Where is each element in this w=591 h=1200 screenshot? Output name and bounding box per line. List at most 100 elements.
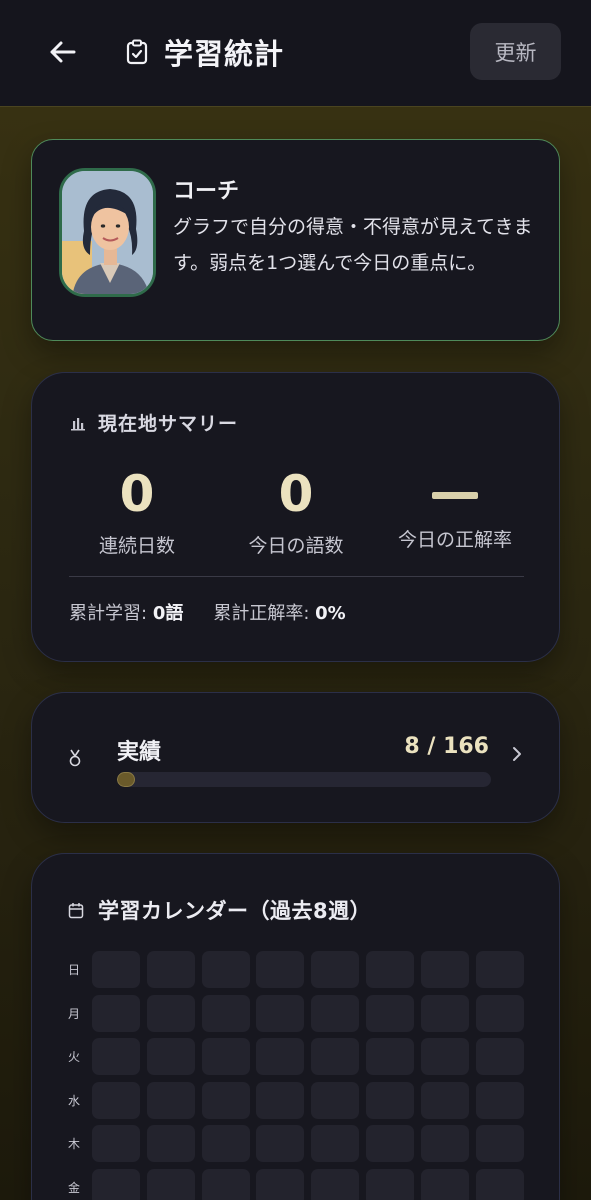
summary-card: 現在地サマリー 0 連続日数 0 今日の語数 今日の正解率 累計学習: 0語 累… <box>31 372 560 662</box>
total-words-value: 0語 <box>152 603 184 624</box>
calendar-grid: 日月火水木金 <box>64 948 530 1200</box>
stat-streak-label: 連続日数 <box>98 535 175 557</box>
calendar-day-label: 金 <box>68 1180 81 1195</box>
stat-today-words-label: 今日の語数 <box>248 535 344 557</box>
stat-streak-value: 0 <box>119 465 155 523</box>
calendar-cell[interactable] <box>201 1038 250 1076</box>
calendar-cell[interactable] <box>420 1081 469 1119</box>
page-title: 学習統計 <box>164 37 285 71</box>
calendar-cell[interactable] <box>365 994 414 1032</box>
calendar-cell[interactable] <box>201 1125 250 1163</box>
calendar-cell[interactable] <box>475 1125 524 1163</box>
calendar-cell[interactable] <box>256 994 305 1032</box>
calendar-cell[interactable] <box>420 1168 469 1200</box>
calendar-cell[interactable] <box>311 1081 360 1119</box>
calendar-cell[interactable] <box>365 1081 414 1119</box>
calendar-cell[interactable] <box>365 1038 414 1076</box>
calendar-cell[interactable] <box>92 1038 140 1076</box>
coach-name: コーチ <box>173 179 240 204</box>
chevron-right-icon[interactable] <box>511 745 523 763</box>
calendar-cell[interactable] <box>420 1125 469 1163</box>
coach-card: コーチ グラフで自分の得意・不得意が見えてきます。弱点を1つ選んで今日の重点に。 <box>31 139 560 341</box>
calendar-cell[interactable] <box>475 1168 524 1200</box>
calendar-cell[interactable] <box>420 1038 469 1076</box>
calendar-cell[interactable] <box>475 994 524 1032</box>
calendar-cell[interactable] <box>256 1038 305 1076</box>
arrow-left-icon <box>50 41 76 63</box>
calendar-day-label: 月 <box>68 1006 81 1021</box>
calendar-cell[interactable] <box>256 951 305 989</box>
calendar-cell[interactable] <box>92 994 140 1032</box>
stat-today-words-value: 0 <box>278 465 314 523</box>
refresh-button[interactable]: 更新 <box>470 23 561 80</box>
calendar-card: 学習カレンダー（過去8週） 日月火水木金 <box>31 853 560 1200</box>
summary-header: 現在地サマリー <box>70 409 238 436</box>
calendar-row: 月 <box>64 992 530 1036</box>
calendar-day-label: 日 <box>68 963 81 978</box>
achievements-title: 実績 <box>117 740 162 765</box>
calendar-cell[interactable] <box>256 1081 305 1119</box>
achievements-card[interactable]: 実績 8 / 166 <box>31 692 560 823</box>
stat-today-accuracy-value <box>432 492 478 499</box>
achievements-progress-fill <box>117 772 135 787</box>
back-button[interactable] <box>40 32 84 72</box>
achievements-progress-bar <box>117 772 491 787</box>
calendar-cell[interactable] <box>475 1038 524 1076</box>
calendar-cell[interactable] <box>201 994 250 1032</box>
calendar-title: 学習カレンダー（過去8週） <box>98 899 372 923</box>
calendar-cell[interactable] <box>146 1081 195 1119</box>
bar-chart-icon <box>71 417 85 430</box>
stat-today-words: 0 今日の語数 <box>211 463 381 558</box>
calendar-day-label: 水 <box>68 1093 81 1108</box>
calendar-cell[interactable] <box>420 994 469 1032</box>
calendar-cell[interactable] <box>420 951 469 989</box>
calendar-cell[interactable] <box>311 994 360 1032</box>
total-words: 累計学習: 0語 <box>69 603 184 624</box>
calendar-cell[interactable] <box>475 951 524 989</box>
calendar-cell[interactable] <box>201 951 250 989</box>
coach-avatar <box>59 168 156 297</box>
calendar-row: 水 <box>64 1079 530 1123</box>
calendar-header: 学習カレンダー（過去8週） <box>68 895 371 925</box>
calendar-day-label: 火 <box>68 1050 81 1065</box>
calendar-cell[interactable] <box>365 951 414 989</box>
calendar-row: 金 <box>64 1166 530 1200</box>
summary-divider <box>69 576 524 577</box>
calendar-icon <box>68 902 84 918</box>
medal-icon <box>69 749 81 767</box>
calendar-cell[interactable] <box>146 1038 195 1076</box>
calendar-cell[interactable] <box>146 994 195 1032</box>
calendar-row: 木 <box>64 1122 530 1166</box>
calendar-cell[interactable] <box>311 951 360 989</box>
page-title-group: 学習統計 <box>126 30 284 74</box>
calendar-cell[interactable] <box>475 1081 524 1119</box>
calendar-cell[interactable] <box>146 951 195 989</box>
calendar-cell[interactable] <box>311 1125 360 1163</box>
app-header: 学習統計 更新 <box>0 0 591 107</box>
calendar-cell[interactable] <box>92 1168 140 1200</box>
calendar-cell[interactable] <box>146 1125 195 1163</box>
calendar-cell[interactable] <box>311 1038 360 1076</box>
calendar-cell[interactable] <box>92 951 140 989</box>
calendar-cell[interactable] <box>365 1125 414 1163</box>
calendar-cell[interactable] <box>92 1081 140 1119</box>
calendar-row: 火 <box>64 1035 530 1079</box>
calendar-cell[interactable] <box>365 1168 414 1200</box>
coach-message: グラフで自分の得意・不得意が見えてきます。弱点を1つ選んで今日の重点に。 <box>173 216 533 274</box>
calendar-row: 日 <box>64 948 530 992</box>
calendar-cell[interactable] <box>201 1081 250 1119</box>
total-accuracy-value: 0% <box>315 603 346 624</box>
calendar-cell[interactable] <box>146 1168 195 1200</box>
calendar-cell[interactable] <box>256 1168 305 1200</box>
calendar-cell[interactable] <box>256 1125 305 1163</box>
stat-today-accuracy-label: 今日の正解率 <box>397 529 512 551</box>
stat-today-accuracy: 今日の正解率 <box>370 463 540 552</box>
summary-totals: 累計学習: 0語 累計正解率: 0% <box>69 599 346 625</box>
calendar-day-label: 木 <box>68 1137 81 1152</box>
stat-streak: 0 連続日数 <box>52 463 222 558</box>
summary-title: 現在地サマリー <box>98 413 239 435</box>
calendar-cell[interactable] <box>201 1168 250 1200</box>
total-accuracy: 累計正解率: 0% <box>213 603 346 624</box>
calendar-cell[interactable] <box>92 1125 140 1163</box>
calendar-cell[interactable] <box>311 1168 360 1200</box>
